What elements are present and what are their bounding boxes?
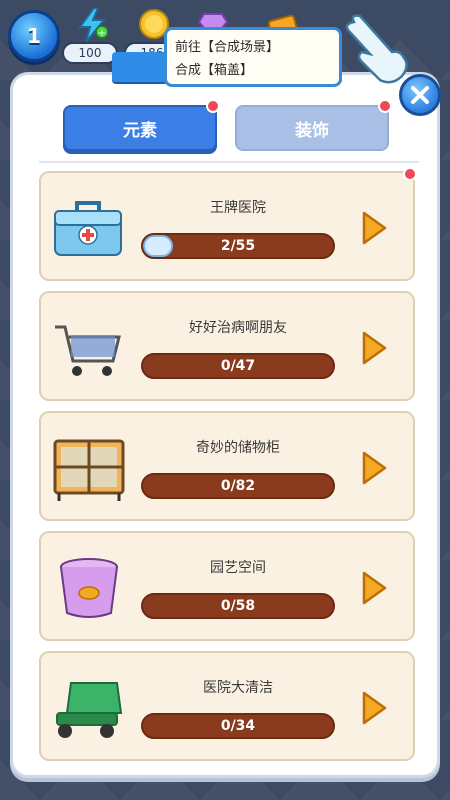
- play-arrow-icon[interactable]: [361, 451, 387, 485]
- item-title: 好好治病啊朋友: [189, 320, 287, 336]
- svg-text:+: +: [98, 28, 106, 39]
- energy-bolt-icon: +: [78, 8, 108, 42]
- tab-elements-label: 元素: [123, 120, 157, 141]
- play-arrow-icon[interactable]: [361, 331, 387, 365]
- floor-scrubber-icon: [56, 682, 123, 738]
- close-icon: [411, 86, 429, 104]
- tab-decorations-label: 装饰: [295, 120, 329, 141]
- medical-kit-icon: [54, 201, 122, 256]
- flower-pot-icon: [60, 558, 118, 618]
- list-item[interactable]: 园艺空间 0/58: [39, 531, 415, 641]
- storage-cabinet-icon: [53, 439, 125, 501]
- item-notification-dot: [403, 167, 417, 181]
- guide-tooltip: 前往【合成场景】 合成【箱盖】: [164, 27, 342, 87]
- divider: [39, 161, 419, 163]
- level-value: 1: [27, 24, 41, 48]
- progress-bar: 0/58: [141, 593, 335, 619]
- list-item[interactable]: 医院大清洁 0/34: [39, 651, 415, 761]
- collection-panel: 元素 装饰 王牌医院 2/55 好好治病啊朋友 0/47 奇妙的储物柜 0/82…: [10, 72, 440, 778]
- progress-text: 2/55: [220, 238, 256, 254]
- item-title: 奇妙的储物柜: [196, 440, 280, 456]
- item-title: 王牌医院: [210, 200, 266, 216]
- close-button[interactable]: [399, 74, 441, 116]
- progress-text: 0/58: [220, 598, 256, 614]
- tab-decorations-notification-dot: [378, 99, 392, 113]
- progress-text: 0/82: [220, 478, 256, 494]
- list-item[interactable]: 好好治病啊朋友 0/47: [39, 291, 415, 401]
- play-arrow-icon[interactable]: [361, 571, 387, 605]
- item-title: 医院大清洁: [203, 680, 273, 696]
- energy-value: 100: [62, 42, 118, 64]
- tooltip-line-2: 合成【箱盖】: [175, 63, 254, 78]
- list-item[interactable]: 奇妙的储物柜 0/82: [39, 411, 415, 521]
- progress-bar: 0/34: [141, 713, 335, 739]
- tab-elements[interactable]: 元素: [63, 105, 217, 151]
- tab-elements-notification-dot: [206, 99, 220, 113]
- tooltip-line-1: 前往【合成场景】: [175, 40, 280, 55]
- shopping-cart-icon: [55, 325, 121, 376]
- tab-bar: 元素 装饰: [63, 99, 393, 151]
- progress-text: 0/34: [220, 718, 256, 734]
- progress-text: 0/47: [220, 358, 256, 374]
- item-title: 园艺空间: [210, 560, 266, 576]
- level-heart-badge[interactable]: 1: [8, 10, 60, 62]
- progress-bar: 0/82: [141, 473, 335, 499]
- tab-decorations[interactable]: 装饰: [235, 105, 389, 151]
- progress-bar: 0/47: [141, 353, 335, 379]
- play-arrow-icon[interactable]: [361, 691, 387, 725]
- play-arrow-icon[interactable]: [361, 211, 387, 245]
- list-item[interactable]: 王牌医院 2/55: [39, 167, 417, 281]
- progress-bar: 2/55: [141, 233, 335, 259]
